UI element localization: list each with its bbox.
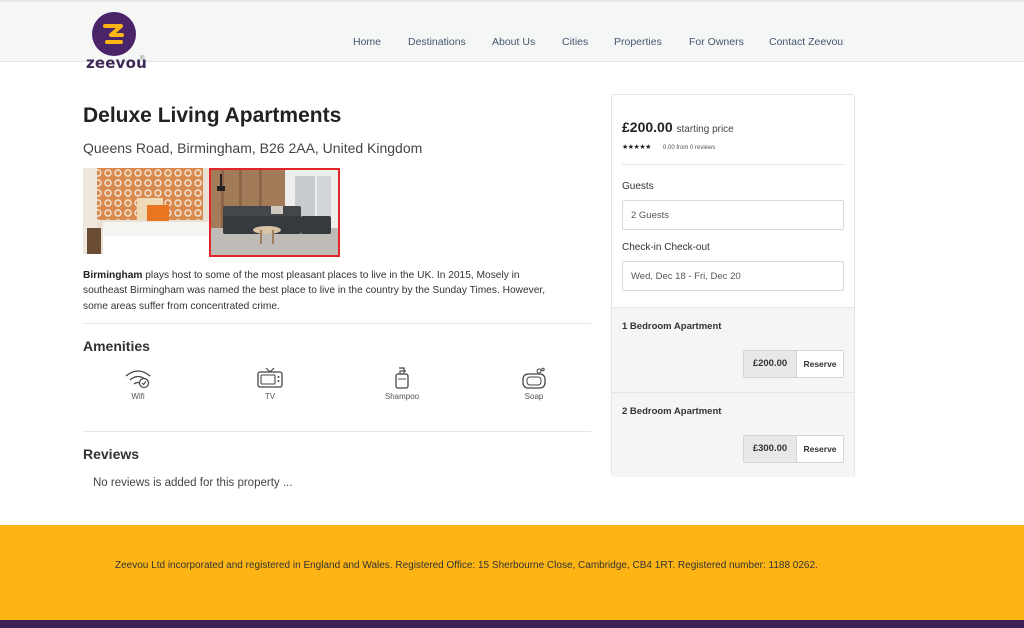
property-photo-living-room-selected[interactable] <box>209 168 340 257</box>
main-nav: Home Destinations About Us Cities Proper… <box>0 36 1024 50</box>
description-city: Birmingham <box>83 270 143 281</box>
shampoo-icon <box>395 367 409 389</box>
property-photo-bedroom[interactable] <box>83 168 209 254</box>
logo-wordmark: zeevou <box>86 54 148 72</box>
reserve-button-1-bedroom[interactable]: Reserve <box>797 350 844 378</box>
amenity-soap: Soap <box>494 367 574 401</box>
nav-destinations[interactable]: Destinations <box>408 36 466 48</box>
card-divider <box>622 164 844 165</box>
divider-amenities <box>83 323 591 324</box>
tv-icon <box>257 367 283 388</box>
soap-icon <box>522 367 546 389</box>
property-description: Birmingham plays host to some of the mos… <box>83 268 553 314</box>
amenity-label: Soap <box>524 392 544 401</box>
nav-contact-zeevou[interactable]: Contact Zeevou <box>769 36 843 48</box>
nav-cities[interactable]: Cities <box>562 36 588 48</box>
room-option-2-bedroom: 2 Bedroom Apartment £300.00 Reserve <box>612 392 854 477</box>
dates-label: Check-in Check-out <box>622 242 710 253</box>
divider-reviews <box>83 431 591 432</box>
booking-card: £200.00 starting price ★★★★★ 0.00 from 0… <box>611 94 855 477</box>
booking-card-summary: £200.00 starting price ★★★★★ 0.00 from 0… <box>612 95 854 307</box>
amenity-wifi: Wifi <box>98 367 178 401</box>
living-room-photo-image <box>211 170 338 255</box>
nav-properties[interactable]: Properties <box>614 36 662 48</box>
footer-legal-text: Zeevou Ltd incorporated and registered i… <box>115 560 818 571</box>
room-price: £300.00 <box>743 435 797 463</box>
no-reviews-message: No reviews is added for this property ..… <box>93 477 293 489</box>
room-name: 1 Bedroom Apartment <box>622 321 722 332</box>
rating-stars: ★★★★★ <box>622 144 651 151</box>
guests-field[interactable] <box>622 200 844 230</box>
room-price: £200.00 <box>743 350 797 378</box>
property-title: Deluxe Living Apartments <box>83 104 342 127</box>
property-address: Queens Road, Birmingham, B26 2AA, United… <box>83 140 423 156</box>
description-text: plays host to some of the most pleasant … <box>83 270 546 312</box>
price-value: £200.00 <box>622 119 673 135</box>
room-option-1-bedroom: 1 Bedroom Apartment £200.00 Reserve <box>612 307 854 392</box>
reviews-heading: Reviews <box>83 446 140 462</box>
site-footer: Zeevou Ltd incorporated and registered i… <box>0 525 1024 620</box>
rating-text: 0.00 from 0 reviews <box>663 145 716 151</box>
guests-label: Guests <box>622 181 654 192</box>
logo-registered-mark: ® <box>140 56 145 62</box>
price-note: starting price <box>676 124 734 135</box>
bedroom-photo-image <box>83 168 209 254</box>
amenities-heading: Amenities <box>83 338 150 354</box>
amenity-label: Shampoo <box>384 392 420 401</box>
check-in-check-out-field[interactable] <box>622 261 844 291</box>
starting-price: £200.00 starting price <box>622 119 734 135</box>
amenity-shampoo: Shampoo <box>362 367 442 401</box>
nav-home[interactable]: Home <box>353 36 381 48</box>
amenity-tv: TV <box>230 367 310 401</box>
wifi-icon <box>125 370 151 389</box>
nav-about-us[interactable]: About Us <box>492 36 535 48</box>
nav-for-owners[interactable]: For Owners <box>689 36 744 48</box>
reserve-button-2-bedroom[interactable]: Reserve <box>797 435 844 463</box>
room-name: 2 Bedroom Apartment <box>622 406 722 417</box>
amenity-label: TV <box>264 392 276 401</box>
bottom-bar <box>0 620 1024 628</box>
amenity-label: Wifi <box>131 392 145 401</box>
site-header: zeevou ® Home Destinations About Us Citi… <box>0 0 1024 72</box>
